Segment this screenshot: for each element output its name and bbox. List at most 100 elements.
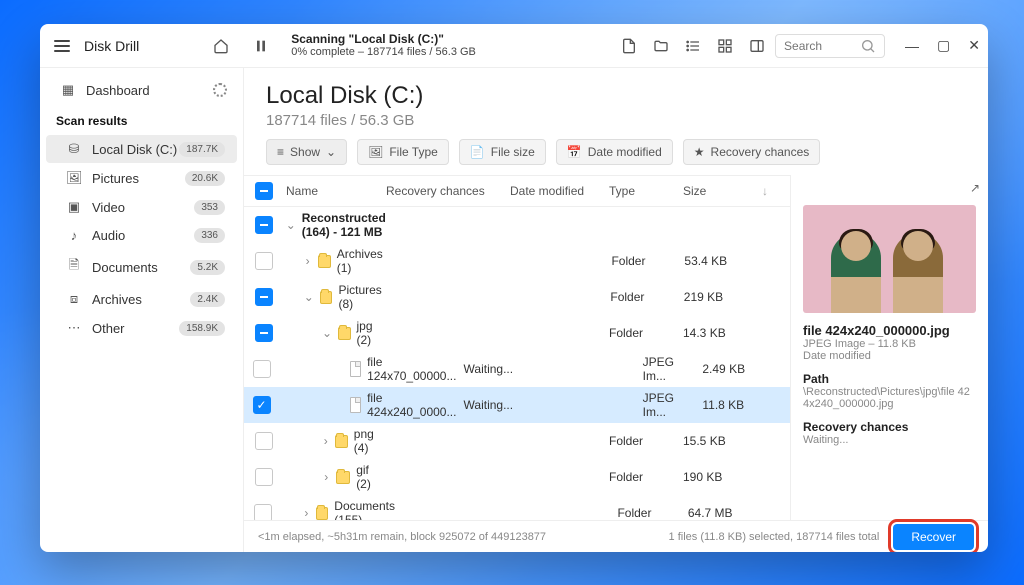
- caret-down-icon[interactable]: ⌄: [286, 218, 296, 232]
- checkbox[interactable]: [253, 396, 271, 414]
- preview-path-label: Path: [803, 372, 976, 386]
- menu-icon[interactable]: [54, 40, 70, 52]
- cell-size: 219 KB: [684, 290, 758, 304]
- file-row[interactable]: file 424x240_0000... Waiting... JPEG Im.…: [244, 387, 790, 423]
- checkbox[interactable]: [255, 288, 273, 306]
- sidebar-badge: 5.2K: [190, 260, 225, 275]
- folder-icon: [320, 291, 333, 304]
- folder-icon: [318, 255, 331, 268]
- checkbox[interactable]: [255, 468, 273, 486]
- preview-filename: file 424x240_000000.jpg: [803, 323, 976, 338]
- minimize-button[interactable]: —: [905, 38, 919, 54]
- title-bar: Disk Drill Scanning "Local Disk (C:)" 0%…: [40, 24, 988, 68]
- file-list: Name Recovery chances Date modified Type…: [244, 175, 790, 520]
- cell-type: JPEG Im...: [643, 391, 699, 419]
- checkbox[interactable]: [255, 216, 273, 234]
- file-name: Archives (1): [337, 247, 388, 275]
- search-input[interactable]: [784, 39, 854, 53]
- col-date[interactable]: Date modified: [510, 184, 605, 198]
- file-name: file 424x240_0000...: [367, 391, 459, 419]
- preview-path-value: \Reconstructed\Pictures\jpg\file 424x240…: [803, 386, 976, 410]
- cell-type: Folder: [610, 290, 679, 304]
- checkbox[interactable]: [254, 504, 272, 520]
- filetype-filter-button[interactable]: 🖼 File Type: [357, 139, 449, 165]
- checkbox[interactable]: [253, 360, 271, 378]
- col-recovery[interactable]: Recovery chances: [386, 184, 506, 198]
- folder-row[interactable]: ›Documents (155) Folder 64.7 MB: [244, 495, 790, 520]
- preview-date-label: Date modified: [803, 350, 976, 362]
- sidebar-item-documents[interactable]: 🗎 Documents 5.2K: [46, 250, 237, 284]
- dashboard-link[interactable]: ▦Dashboard: [40, 76, 243, 104]
- grid-view-icon[interactable]: [711, 32, 739, 60]
- sidebar-section-header: Scan results: [40, 104, 243, 134]
- image-icon: 🖼: [66, 170, 82, 186]
- recovery-filter-button[interactable]: ★ Recovery chances: [683, 139, 820, 165]
- caret-down-icon[interactable]: ⌄: [322, 326, 332, 340]
- show-filter-button[interactable]: ≡ Show ⌄: [266, 139, 347, 165]
- sidebar-item-archives[interactable]: ⧈Archives2.4K: [46, 285, 237, 313]
- sidebar-item-local-disk-c-[interactable]: ⛁ Local Disk (C:)187.7K: [46, 135, 237, 163]
- main-content: Local Disk (C:) 187714 files / 56.3 GB ≡…: [244, 68, 988, 552]
- cell-type: Folder: [609, 434, 679, 448]
- col-size[interactable]: Size: [683, 184, 758, 198]
- col-type[interactable]: Type: [609, 184, 679, 198]
- status-selection: 1 files (11.8 KB) selected, 187714 files…: [669, 531, 880, 543]
- maximize-button[interactable]: ▢: [937, 37, 950, 54]
- sidebar-item-label: Other: [92, 321, 125, 336]
- folder-row[interactable]: ⌄Pictures (8) Folder 219 KB: [244, 279, 790, 315]
- chevron-down-icon: ⌄: [326, 145, 336, 159]
- sidebar-item-audio[interactable]: ♪Audio336: [46, 222, 237, 249]
- folder-row[interactable]: ›png (4) Folder 15.5 KB: [244, 423, 790, 459]
- preview-rc-value: Waiting...: [803, 434, 976, 446]
- folder-row[interactable]: ⌄jpg (2) Folder 14.3 KB: [244, 315, 790, 351]
- file-name: jpg (2): [357, 319, 383, 347]
- col-name[interactable]: Name: [280, 184, 382, 198]
- sidebar-item-other[interactable]: ⋯Other158.9K: [46, 314, 237, 342]
- caret-right-icon[interactable]: ›: [303, 506, 310, 520]
- group-row[interactable]: ⌄Reconstructed (164) - 121 MB: [244, 207, 790, 243]
- open-external-icon[interactable]: ↗: [970, 181, 980, 195]
- caret-right-icon[interactable]: ›: [304, 254, 312, 268]
- file-name: Documents (155): [334, 499, 401, 520]
- folder-row[interactable]: ›Archives (1) Folder 53.4 KB: [244, 243, 790, 279]
- filter-bar: ≡ Show ⌄ 🖼 File Type 📄 File size 📅 Date …: [244, 139, 988, 175]
- cell-recovery: Waiting...: [464, 362, 560, 376]
- sidebar-badge: 158.9K: [179, 321, 225, 336]
- caret-down-icon[interactable]: ⌄: [304, 290, 314, 304]
- sidebar-item-label: Local Disk (C:): [92, 142, 177, 157]
- folder-icon: [335, 435, 347, 448]
- checkbox[interactable]: [255, 324, 273, 342]
- folder-row[interactable]: ›gif (2) Folder 190 KB: [244, 459, 790, 495]
- caret-right-icon[interactable]: ›: [322, 470, 330, 484]
- checkbox[interactable]: [255, 432, 273, 450]
- sort-arrow-icon[interactable]: ↓: [762, 184, 782, 198]
- checkbox[interactable]: [255, 252, 273, 270]
- caret-right-icon[interactable]: ›: [322, 434, 329, 448]
- file-name: gif (2): [356, 463, 382, 491]
- sidebar-badge: 187.7K: [179, 142, 225, 157]
- file-name: png (4): [354, 427, 382, 455]
- sidebar-item-video[interactable]: ▣Video353: [46, 193, 237, 221]
- datemod-filter-button[interactable]: 📅 Date modified: [556, 139, 673, 165]
- disk-icon: ⛁: [66, 141, 82, 157]
- search-box[interactable]: [775, 34, 885, 58]
- new-file-icon[interactable]: [615, 32, 643, 60]
- recover-button[interactable]: Recover: [893, 524, 974, 550]
- cell-type: Folder: [611, 254, 680, 268]
- sidebar-item-pictures[interactable]: 🖼Pictures20.6K: [46, 164, 237, 192]
- panel-toggle-icon[interactable]: [743, 32, 771, 60]
- folder-icon[interactable]: [647, 32, 675, 60]
- close-button[interactable]: ✕: [968, 37, 980, 54]
- folder-icon: [316, 507, 328, 520]
- file-row[interactable]: file 124x70_00000... Waiting... JPEG Im.…: [244, 351, 790, 387]
- doc-icon: 🗎: [66, 256, 82, 278]
- select-all-checkbox[interactable]: [255, 182, 273, 200]
- home-button[interactable]: [207, 32, 235, 60]
- file-name: file 124x70_00000...: [367, 355, 459, 383]
- pause-button[interactable]: [247, 32, 275, 60]
- video-icon: ▣: [66, 199, 82, 215]
- sidebar-item-label: Documents: [92, 260, 158, 275]
- list-view-icon[interactable]: [679, 32, 707, 60]
- audio-icon: ♪: [66, 228, 82, 243]
- filesize-filter-button[interactable]: 📄 File size: [459, 139, 546, 165]
